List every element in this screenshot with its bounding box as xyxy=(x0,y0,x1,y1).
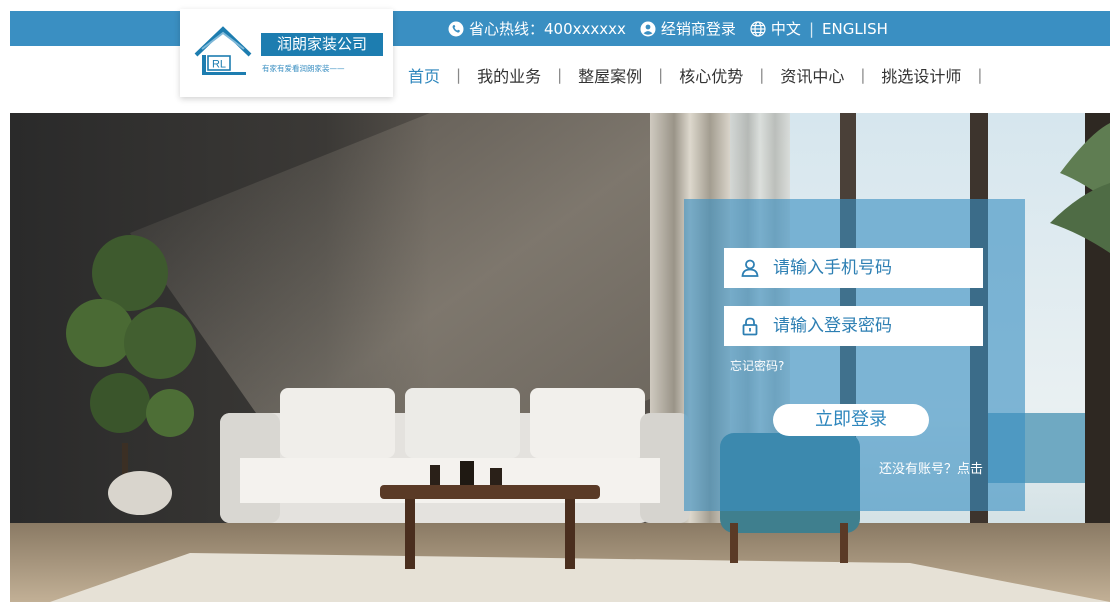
nav-divider: | xyxy=(860,66,866,84)
logo[interactable]: RL 润朗家装公司 有家有爱看润朗家装—— xyxy=(180,9,393,97)
hotline: 省心热线：400xxxxxx xyxy=(448,18,626,39)
globe-icon xyxy=(750,20,766,37)
nav-divider: | xyxy=(759,66,765,84)
house-logo-icon: RL xyxy=(194,26,252,75)
nav-item-home[interactable]: 首页 xyxy=(408,63,440,87)
lang-en-link[interactable]: ENGLISH xyxy=(822,20,888,38)
user-icon xyxy=(739,257,761,279)
page: 省心热线：400xxxxxx 经销商登录 中文 | ENGLISH RL 润朗家… xyxy=(0,0,1110,602)
dealer-login-link[interactable]: 经销商登录 xyxy=(640,18,736,39)
nav-divider: | xyxy=(557,66,563,84)
company-slogan: 有家有爱看润朗家装—— xyxy=(262,64,345,73)
user-circle-icon xyxy=(640,21,656,37)
top-bar-info: 省心热线：400xxxxxx 经销商登录 中文 | ENGLISH xyxy=(448,11,888,46)
phone-icon xyxy=(448,21,464,37)
dealer-login-text: 经销商登录 xyxy=(660,20,736,38)
company-name: 润朗家装公司 xyxy=(261,33,383,56)
login-button[interactable]: 立即登录 xyxy=(773,404,929,436)
nav-item-advantages[interactable]: 核心优势 xyxy=(679,63,743,87)
nav-item-cases[interactable]: 整屋案例 xyxy=(578,63,642,87)
nav-divider: | xyxy=(658,66,664,84)
nav-divider: | xyxy=(977,66,983,84)
password-field[interactable] xyxy=(724,306,983,346)
nav-divider: | xyxy=(456,66,462,84)
register-link[interactable]: 还没有账号？点击 xyxy=(879,458,983,477)
lang-cn-link[interactable]: 中文 xyxy=(771,18,801,39)
lock-icon xyxy=(739,315,761,337)
password-input[interactable] xyxy=(773,311,973,341)
nav-item-news[interactable]: 资讯中心 xyxy=(780,63,844,87)
top-bar: 省心热线：400xxxxxx 经销商登录 中文 | ENGLISH xyxy=(10,11,1110,46)
forgot-password-link[interactable]: 忘记密码? xyxy=(730,357,784,374)
main-nav: 首页 | 我的业务 | 整屋案例 | 核心优势 | 资讯中心 | 挑选设计师 | xyxy=(408,62,998,88)
lang-divider: | xyxy=(808,19,814,38)
language-switch: 中文 | ENGLISH xyxy=(750,18,888,39)
hotline-text: 省心热线：400xxxxxx xyxy=(469,20,626,38)
phone-input[interactable] xyxy=(773,253,973,283)
phone-field[interactable] xyxy=(724,248,983,288)
logo-mark-text: RL xyxy=(212,59,226,71)
nav-item-business[interactable]: 我的业务 xyxy=(477,63,541,87)
nav-item-designers[interactable]: 挑选设计师 xyxy=(881,63,961,87)
login-panel: 忘记密码? 立即登录 还没有账号？点击 xyxy=(684,199,1025,511)
